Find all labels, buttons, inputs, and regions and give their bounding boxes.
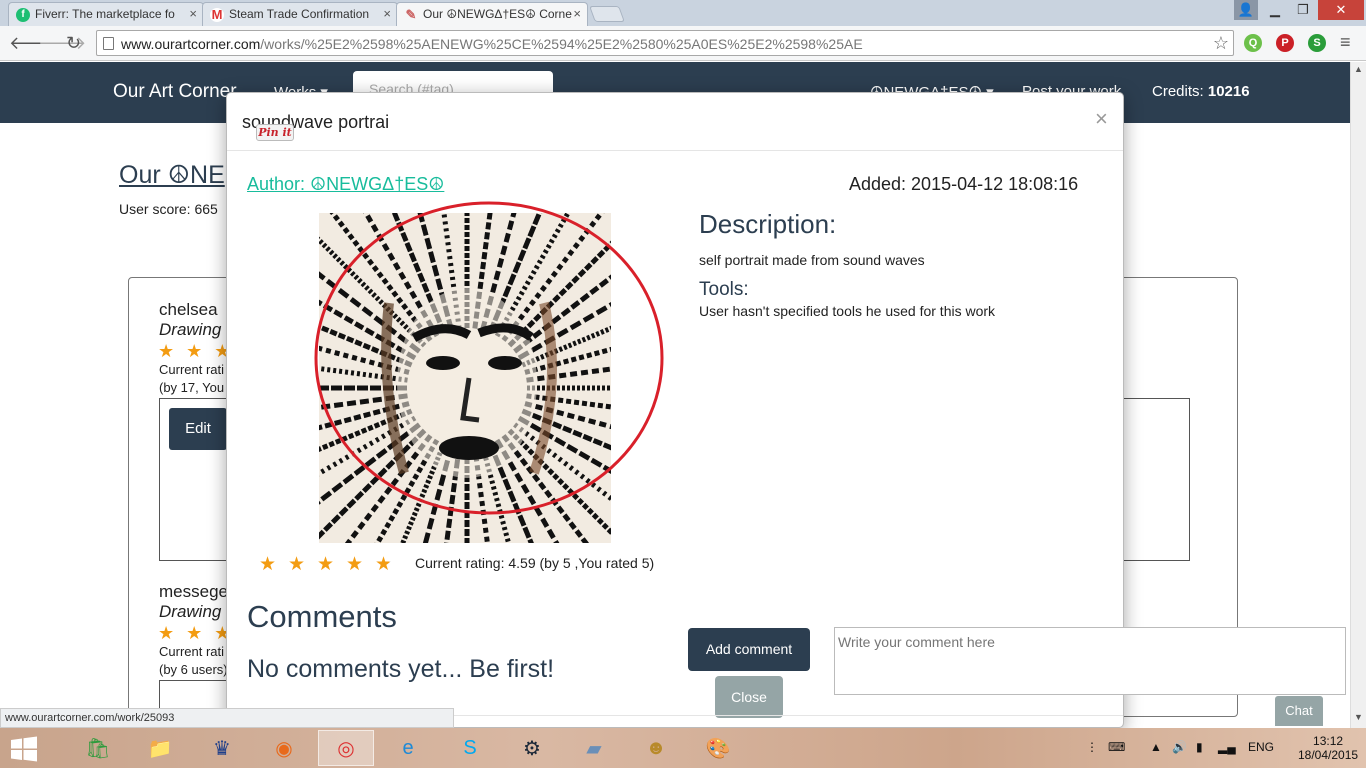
browser-tab-strip: f Fiverr: The marketplace fo × M Steam T… xyxy=(0,0,1366,26)
star-icon[interactable]: ★ xyxy=(288,553,317,576)
page-scrollbar[interactable]: ▲ ▼ xyxy=(1350,62,1366,728)
tab-title: Our ☮NEWGΔ†ES☮ Corne xyxy=(423,7,572,21)
windows-taskbar: 🛍 📁 ♛ ◉ ◎ e S ⚙ ▰ ☻ 🎨 ⋮ ⌨ ▲ 🔊 ▮ ▂▄ ENG 1… xyxy=(0,728,1366,768)
pinterest-icon[interactable]: P xyxy=(1276,34,1294,52)
user-score: User score: 665 xyxy=(119,201,218,217)
pin-it-button[interactable]: Pin it xyxy=(256,124,294,141)
work-card-image[interactable] xyxy=(159,680,227,710)
added-date: Added: 2015-04-12 18:08:16 xyxy=(849,174,1079,194)
modal-close-icon[interactable]: × xyxy=(1095,106,1108,132)
work-card-image[interactable] xyxy=(1120,398,1190,561)
work-card-name[interactable]: chelsea xyxy=(159,300,218,320)
gmail-icon: M xyxy=(210,7,224,22)
site-brand[interactable]: Our Art Corner xyxy=(113,81,237,103)
firefox-icon[interactable]: ◉ xyxy=(256,730,312,766)
network-icon[interactable]: ▂▄ xyxy=(1218,740,1236,754)
tools-text: User hasn't specified tools he used for … xyxy=(699,303,996,319)
star-icon[interactable]: ★ xyxy=(259,553,288,576)
work-card-by: (by 17, You xyxy=(159,380,225,395)
work-card-rating: Current rati xyxy=(159,362,225,377)
modal-header-divider xyxy=(227,150,1123,151)
window-close-icon[interactable]: ✕ xyxy=(1318,0,1364,20)
game-icon[interactable]: ☻ xyxy=(628,730,684,766)
comment-input[interactable] xyxy=(834,627,1346,695)
edit-button[interactable]: Edit xyxy=(169,408,227,450)
fiverr-icon: f xyxy=(16,8,30,22)
scroll-down-icon[interactable]: ▼ xyxy=(1354,712,1363,722)
tools-heading: Tools: xyxy=(699,279,749,300)
tab-close-icon[interactable]: × xyxy=(383,6,391,21)
description-text: self portrait made from sound waves xyxy=(699,252,925,268)
scroll-up-icon[interactable]: ▲ xyxy=(1354,64,1363,74)
browser-toolbar: 🡐 🡒 ↻ www.ourartcorner.com/works/%25E2%2… xyxy=(0,26,1366,61)
extension-q-icon[interactable]: Q xyxy=(1244,34,1262,52)
tab-fiverr[interactable]: f Fiverr: The marketplace fo × xyxy=(8,2,204,26)
reload-icon[interactable]: ↻ xyxy=(66,32,81,54)
clock-date: 18/04/2015 xyxy=(1298,748,1359,762)
credits-label: Credits: xyxy=(1152,83,1204,100)
tray-divider-icon: ⋮ xyxy=(1086,740,1098,754)
new-tab-button[interactable] xyxy=(589,6,625,22)
description-heading: Description: xyxy=(699,209,837,239)
credits: Credits: 10216 xyxy=(1152,83,1250,100)
clock-time: 13:12 xyxy=(1313,734,1344,748)
volume-icon[interactable]: 🔊 xyxy=(1172,740,1187,754)
paint-icon[interactable]: 🎨 xyxy=(690,730,746,766)
tab-close-icon[interactable]: × xyxy=(189,6,197,21)
brush-icon: ✎ xyxy=(405,7,417,22)
rating-stars[interactable]: ★ ★ ★ ★ ★ xyxy=(259,553,404,576)
bookmark-star-icon[interactable]: ☆ xyxy=(1213,33,1229,54)
user-icon[interactable]: 👤 xyxy=(1234,0,1258,20)
credits-value: 10216 xyxy=(1207,83,1250,100)
tab-gmail[interactable]: M Steam Trade Confirmation × xyxy=(202,2,398,26)
no-comments-text: No comments yet... Be first! xyxy=(247,655,555,683)
annotation-circle xyxy=(314,201,664,515)
star-icon[interactable]: ★ xyxy=(346,553,375,576)
keyboard-icon[interactable]: ⌨ xyxy=(1108,740,1125,754)
author-link[interactable]: Author: ☮NEWGΔ†ES☮ xyxy=(247,174,444,195)
address-bar[interactable]: www.ourartcorner.com/works/%25E2%2598%25… xyxy=(96,30,1234,56)
profile-title: Our ☮NE xyxy=(119,161,225,189)
work-card-category: Drawing xyxy=(159,320,222,339)
tab-close-icon[interactable]: × xyxy=(573,6,581,21)
page-icon xyxy=(103,37,114,50)
work-card-rating: Current rati xyxy=(159,644,225,659)
tray-expand-icon[interactable]: ▲ xyxy=(1150,740,1162,754)
store-icon[interactable]: 🛍 xyxy=(70,730,126,766)
work-card-category: Drawing xyxy=(159,602,222,621)
king-icon[interactable]: ♛ xyxy=(194,730,250,766)
tab-ourartcorner[interactable]: ✎ Our ☮NEWGΔ†ES☮ Corne × xyxy=(396,2,588,26)
work-card-name[interactable]: messege xyxy=(159,582,228,602)
tab-title: Fiverr: The marketplace fo xyxy=(35,7,175,21)
status-url: www.ourartcorner.com/work/25093 xyxy=(0,708,454,728)
internet-explorer-icon[interactable]: e xyxy=(380,730,436,766)
rating-text: Current rating: 4.59 (by 5 ,You rated 5) xyxy=(415,555,655,571)
restore-icon[interactable]: ❐ xyxy=(1290,0,1316,20)
comments-heading: Comments xyxy=(247,599,397,634)
chrome-icon[interactable]: ◎ xyxy=(318,730,374,766)
file-explorer-icon[interactable]: 📁 xyxy=(132,730,188,766)
url-path: /works/%25E2%2598%25AENEWG%25CE%2594%25E… xyxy=(260,36,863,52)
half-star-icon[interactable]: ★ xyxy=(375,553,404,576)
extension-s-icon[interactable]: S xyxy=(1308,34,1326,52)
close-button[interactable]: Close xyxy=(715,676,783,718)
language-indicator[interactable]: ENG xyxy=(1248,740,1274,754)
url-host: www.ourartcorner.com xyxy=(121,36,261,52)
tab-title: Steam Trade Confirmation xyxy=(229,7,370,21)
system-clock[interactable]: 13:12 18/04/2015 xyxy=(1298,734,1358,762)
minimize-icon[interactable]: ▁ xyxy=(1262,0,1288,20)
work-card-by: (by 6 users) xyxy=(159,662,228,677)
skype-icon[interactable]: S xyxy=(442,730,498,766)
steam-icon[interactable]: ⚙ xyxy=(504,730,560,766)
menu-icon[interactable]: ≡ xyxy=(1340,31,1351,53)
windows-start-icon[interactable] xyxy=(10,736,38,762)
power-icon[interactable]: ▮ xyxy=(1196,740,1203,754)
chat-button[interactable]: Chat xyxy=(1275,696,1323,726)
add-comment-button[interactable]: Add comment xyxy=(688,628,810,671)
star-icon[interactable]: ★ xyxy=(317,553,346,576)
notebook-icon[interactable]: ▰ xyxy=(566,730,622,766)
